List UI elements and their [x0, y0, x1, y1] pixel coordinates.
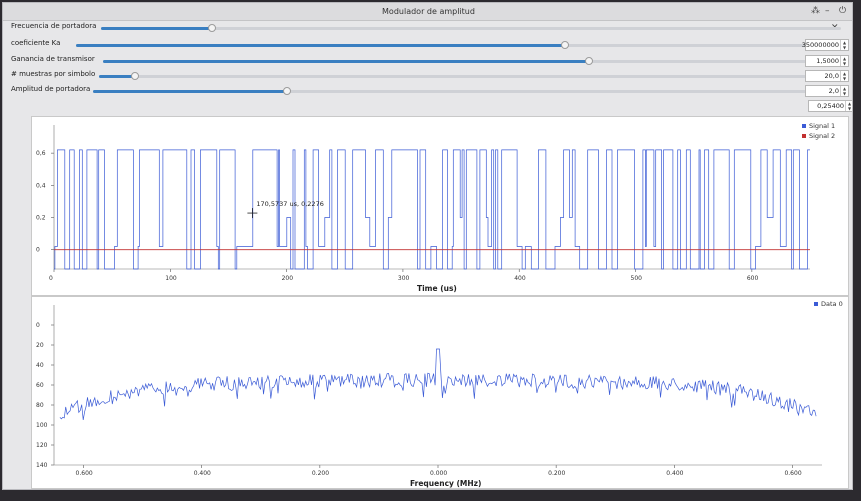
carrier-amplitude-slider[interactable]	[93, 87, 813, 95]
spinbox-value: 20,0	[824, 72, 839, 80]
y-tick-label: 0	[36, 322, 40, 329]
ka-slider[interactable]	[76, 41, 806, 49]
control-tx-gain: Ganancia de transmisor 1,5000 ▲ ▼	[11, 53, 851, 69]
slider-handle[interactable]	[130, 72, 139, 80]
x-tick-label: 300	[398, 275, 410, 282]
samples-slider[interactable]	[99, 72, 811, 80]
slider-fill	[76, 44, 566, 47]
legend-swatch	[814, 302, 818, 306]
x-tick-label: 600	[747, 275, 759, 282]
spin-arrows-icon[interactable]: ▲ ▼	[845, 101, 852, 111]
x-axis-title: Time (us)	[417, 284, 457, 293]
slider-fill	[103, 60, 590, 63]
spinbox-value: 350000000	[801, 41, 839, 49]
extra-spinbox[interactable]: 0,25400 ▲ ▼	[808, 100, 852, 112]
control-label: # muestras por simbolo	[11, 70, 96, 78]
spinbox-value: 0,25400	[817, 102, 844, 110]
y-tick-label: 40	[36, 362, 44, 369]
control-extra: 0,25400 ▲ ▼	[11, 98, 852, 114]
x-tick-label: 100	[165, 275, 177, 282]
slider-handle[interactable]	[585, 57, 594, 65]
spectrum-line	[59, 348, 817, 421]
y-tick-label: 0,2	[36, 215, 46, 222]
spin-arrows-icon[interactable]: ▲ ▼	[840, 56, 848, 66]
window-title: Modulador de amplitud	[382, 7, 475, 16]
y-tick-label: 100	[36, 422, 48, 429]
time-plot-legend: Signal 1 Signal 2	[802, 121, 835, 141]
legend-label: Signal 1	[809, 122, 836, 130]
ka-spinbox[interactable]: 350000000 ▲ ▼	[801, 39, 849, 51]
settings-icon[interactable]: ⁂	[811, 5, 820, 17]
legend-swatch	[802, 124, 806, 128]
signal-1-line	[54, 149, 810, 270]
control-ka: coeficiente Ka 350000000 ▲ ▼	[11, 37, 851, 53]
control-carrier-amplitude: Amplitud de portadora 2,0 ▲ ▼	[11, 83, 851, 99]
legend-label: Signal 2	[809, 132, 836, 140]
slider-handle[interactable]	[561, 41, 570, 49]
x-axis-title: Frequency (MHz)	[410, 479, 481, 488]
spin-arrows-icon[interactable]: ▲ ▼	[840, 71, 848, 81]
y-tick-label: 20	[36, 342, 44, 349]
spinbox-value: 1,5000	[816, 57, 839, 65]
spin-arrows-icon[interactable]: ▲ ▼	[840, 86, 848, 96]
freq-plot-legend: Data 0	[814, 299, 843, 309]
x-tick-label: 0.600	[784, 470, 801, 477]
minimize-icon[interactable]: –	[825, 5, 830, 17]
freq-plot-canvas[interactable]: 0 20 40 60 80 100 120 140 0.600 0.400 0.200 0.000 0.…	[19, 297, 850, 490]
y-tick-label: 140	[36, 462, 48, 469]
tx-gain-slider[interactable]	[103, 57, 808, 65]
y-tick-label: 0,6	[36, 150, 46, 157]
y-tick-label: 0	[36, 247, 40, 254]
y-tick-label: 0,4	[36, 182, 46, 189]
carrier-amplitude-spinbox[interactable]: 2,0 ▲ ▼	[805, 85, 849, 97]
control-label: coeficiente Ka	[11, 39, 61, 47]
control-label: Amplitud de portadora	[11, 85, 91, 93]
slider-fill	[99, 75, 135, 78]
y-tick-label: 80	[36, 402, 44, 409]
x-tick-label: 0.200	[312, 470, 329, 477]
control-label: Ganancia de transmisor	[11, 55, 95, 63]
x-tick-label: 0.600	[76, 470, 93, 477]
slider-handle[interactable]	[208, 24, 216, 32]
time-plot-panel: 0,6 0,4 0,2 0 0 100 200 300 400 500 600 170,5737 us…	[19, 116, 850, 297]
power-icon[interactable]: ⏻	[839, 5, 846, 17]
cursor-readout: 170,5737 us, 0,2276	[256, 200, 323, 208]
window-titlebar: Modulador de amplitud ⁂ – ⏻	[3, 3, 852, 21]
tx-gain-spinbox[interactable]: 1,5000 ▲ ▼	[805, 55, 849, 67]
slider-handle[interactable]	[283, 87, 292, 95]
legend-swatch	[802, 134, 806, 138]
x-tick-label: 0.200	[548, 470, 565, 477]
slider-fill	[101, 27, 212, 30]
x-tick-label: 0.400	[666, 470, 683, 477]
carrier-frequency-slider[interactable]	[101, 24, 841, 32]
x-tick-label: 0.000	[430, 470, 447, 477]
app-window: Modulador de amplitud ⁂ – ⏻ ✕ Frecuencia…	[2, 2, 853, 490]
freq-plot-panel: 0 20 40 60 80 100 120 140 0.600 0.400 0.200 0.000 0.…	[19, 296, 850, 490]
y-tick-label: 120	[36, 442, 48, 449]
y-tick-label: 60	[36, 382, 44, 389]
control-label: Frecuencia de portadora	[11, 22, 97, 30]
spinbox-value: 2,0	[828, 87, 839, 95]
x-tick-label: 200	[282, 275, 294, 282]
x-tick-label: 0	[49, 275, 53, 282]
x-tick-label: 0.400	[194, 470, 211, 477]
legend-label: Data 0	[821, 300, 843, 308]
samples-spinbox[interactable]: 20,0 ▲ ▼	[805, 70, 849, 82]
x-tick-label: 400	[514, 275, 526, 282]
control-carrier-frequency: Frecuencia de portadora	[11, 20, 851, 36]
x-tick-label: 500	[631, 275, 643, 282]
spin-arrows-icon[interactable]: ▲ ▼	[840, 40, 848, 50]
time-plot-canvas[interactable]: 0,6 0,4 0,2 0 0 100 200 300 400 500 600 170,5737 us…	[19, 117, 850, 297]
control-samples-per-symbol: # muestras por simbolo 20,0 ▲ ▼	[11, 68, 851, 84]
slider-fill	[93, 90, 288, 93]
